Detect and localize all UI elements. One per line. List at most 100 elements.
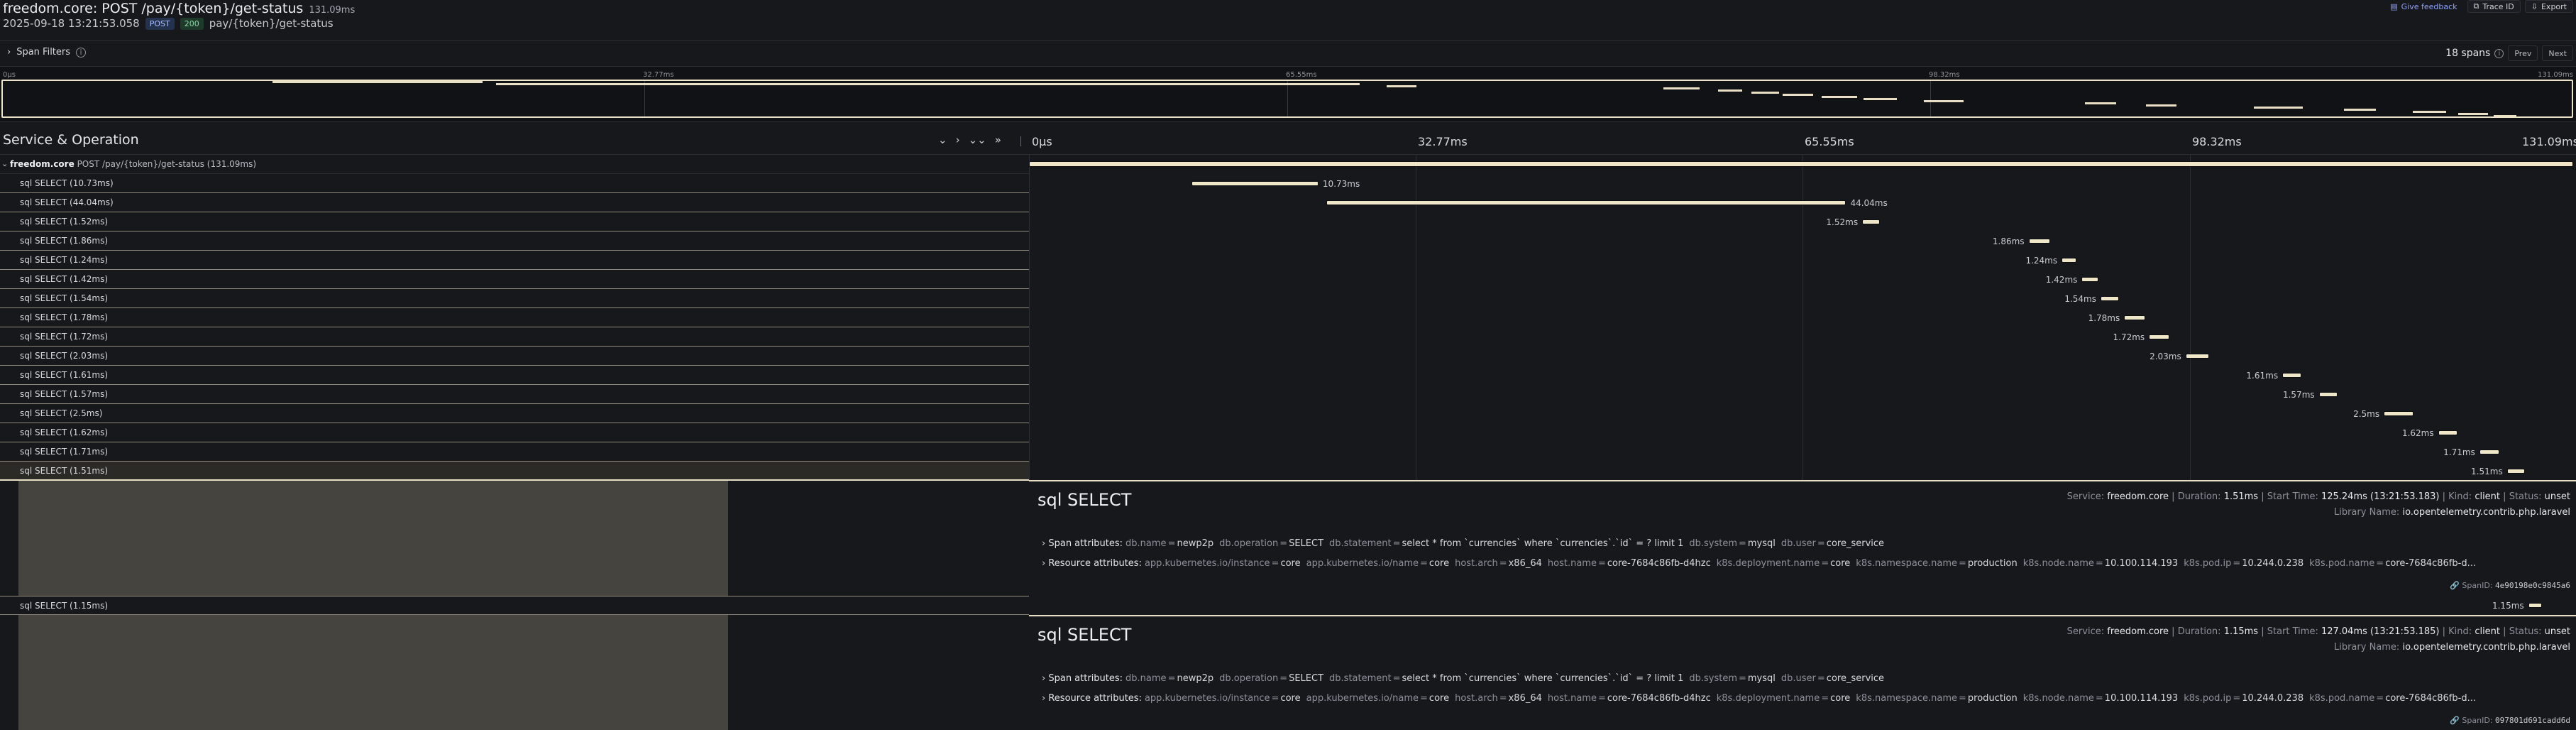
meta-label: Duration: — [2177, 626, 2221, 637]
span-row[interactable]: sql SELECT (2.5ms) — [0, 404, 1029, 423]
span-bar[interactable] — [2479, 450, 2500, 454]
span-row[interactable]: sql SELECT (1.72ms) — [0, 327, 1029, 347]
meta-library: io.opentelemetry.contrib.php.laravel — [2402, 507, 2570, 518]
column-resizer[interactable] — [1020, 136, 1021, 146]
span-row[interactable]: sql SELECT (10.73ms) — [0, 174, 1029, 193]
span-bar[interactable] — [2062, 258, 2076, 263]
span-bar[interactable] — [2528, 603, 2542, 608]
export-label: Export — [2541, 1, 2567, 11]
root-span-row[interactable]: ⌄ freedom.core POST /pay/{token}/get-sta… — [0, 155, 1029, 174]
minimap-viewport[interactable] — [1, 80, 2573, 118]
span-bar[interactable] — [2384, 411, 2413, 416]
attr-key: k8s.pod.ip — [2184, 693, 2232, 704]
span-row[interactable]: sql SELECT (44.04ms) — [0, 193, 1029, 212]
span-duration-label: 1.15ms — [2492, 601, 2524, 611]
trace-id-button[interactable]: ⧉ Trace ID — [2467, 0, 2521, 13]
span-row[interactable]: sql SELECT (1.57ms) — [0, 385, 1029, 404]
span-detail-title: sql SELECT — [1037, 490, 1132, 510]
span-bar[interactable] — [2028, 239, 2051, 244]
root-span-bar-fill[interactable] — [1029, 161, 2573, 167]
span-bar[interactable] — [2506, 469, 2525, 474]
span-row[interactable]: sql SELECT (1.86ms) — [0, 231, 1029, 251]
meta-label: Library Name: — [2333, 507, 2400, 518]
span-duration-label: 1.42ms — [2045, 275, 2078, 285]
collapse-one-icon[interactable]: ⌄ — [938, 134, 947, 146]
attr-value: core-7684c86fb-d4hzc — [1607, 558, 1711, 569]
next-button[interactable]: Next — [2542, 45, 2573, 61]
collapse-all-icon[interactable]: ⌄⌄ — [969, 134, 986, 146]
span-bar[interactable] — [1191, 181, 1319, 186]
attr-key: db.name — [1125, 538, 1167, 549]
span-row[interactable]: sql SELECT (1.24ms) — [0, 251, 1029, 270]
attr-value: core — [1429, 558, 1450, 569]
expand-all-icon[interactable]: » — [995, 134, 1001, 146]
meta-label: Service: — [2066, 491, 2105, 502]
attr-value: core — [1830, 693, 1851, 704]
attr-equals: = — [1817, 538, 1825, 549]
attr-equals: = — [2376, 558, 2384, 569]
span-row[interactable]: sql SELECT (1.61ms) — [0, 366, 1029, 385]
give-feedback-button[interactable]: ▤ Give feedback — [2384, 0, 2462, 13]
span-row-label: sql SELECT (1.62ms) — [20, 427, 109, 437]
span-detail-title: sql SELECT — [1037, 625, 1132, 645]
span-bar[interactable] — [1326, 200, 1846, 205]
attr-equals: = — [1271, 558, 1279, 569]
attr-value: core — [1280, 693, 1301, 704]
span-bar[interactable] — [2124, 315, 2145, 320]
minimap-tick: 131.09ms — [2538, 71, 2573, 79]
minimap-tick: 98.32ms — [1929, 71, 1960, 79]
span-duration-label: 1.52ms — [1826, 217, 1859, 227]
span-row[interactable]: sql SELECT (1.62ms) — [0, 423, 1029, 442]
header-actions: ▤ Give feedback ⧉ Trace ID ⇩ Export — [2384, 0, 2573, 13]
span-attributes-list: db.name = newp2p db.operation = SELECT db.stat… — [1125, 538, 1890, 549]
span-row[interactable]: sql SELECT (2.03ms) — [0, 347, 1029, 366]
span-duration-label: 1.72ms — [2113, 332, 2145, 342]
meta-label: Start Time: — [2267, 626, 2318, 637]
attr-value: core-7684c86fb-d4hzc — [1607, 693, 1711, 704]
span-row[interactable]: sql SELECT (1.71ms) — [0, 442, 1029, 462]
span-bar[interactable] — [2149, 334, 2169, 339]
span-attributes[interactable]: › Span attributes: db.name = newp2p db.opera… — [1042, 673, 1890, 684]
feedback-icon: ▤ — [2390, 1, 2398, 11]
attr-key: db.statement — [1329, 538, 1392, 549]
span-bar[interactable] — [1862, 219, 1881, 224]
span-bar[interactable] — [2185, 354, 2210, 359]
span-id[interactable]: 🔗 SpanID: 4e90198e0c9845a6 — [2450, 581, 2570, 590]
span-row[interactable]: sql SELECT (1.78ms) — [0, 308, 1029, 327]
export-button[interactable]: ⇩ Export — [2524, 0, 2573, 13]
span-id-label: SpanID: — [2462, 716, 2493, 725]
minimap-tick: 65.55ms — [1286, 71, 1317, 79]
chevron-down-icon[interactable]: ⌄ — [1, 159, 8, 168]
span-row[interactable]: sql SELECT (1.52ms) — [0, 212, 1029, 231]
timeline-minimap[interactable]: 0μs 32.77ms 65.55ms 98.32ms 131.09ms — [0, 67, 2576, 122]
resource-attributes-heading: Resource attributes: — [1048, 693, 1142, 704]
span-row[interactable]: sql SELECT (1.51ms) — [0, 462, 1029, 481]
attr-equals: = — [1279, 538, 1288, 549]
span-id[interactable]: 🔗 SpanID: 097801d691cadd6d — [2450, 716, 2570, 725]
attr-equals: = — [2095, 558, 2103, 569]
span-filters-toggle[interactable]: › Span Filters i — [7, 47, 87, 58]
span-row[interactable]: sql SELECT (1.54ms) — [0, 289, 1029, 308]
span-row[interactable]: sql SELECT (1.15ms) — [0, 596, 1029, 615]
span-bar[interactable] — [2282, 373, 2301, 378]
span-bar[interactable] — [2100, 296, 2119, 301]
span-bar[interactable] — [2438, 430, 2457, 435]
span-bar[interactable] — [2081, 277, 2098, 282]
attr-equals: = — [2095, 693, 2103, 704]
trace-header: freedom.core: POST /pay/{token}/get-stat… — [0, 0, 2576, 41]
meta-label: Kind: — [2448, 626, 2472, 637]
span-duration-label: 1.61ms — [2246, 371, 2279, 381]
resource-attributes[interactable]: › Resource attributes: app.kubernetes.io/… — [1042, 558, 2482, 569]
resource-attributes[interactable]: › Resource attributes: app.kubernetes.io/… — [1042, 693, 2482, 704]
span-row-label: sql SELECT (1.57ms) — [20, 389, 109, 399]
span-duration-label: 10.73ms — [1322, 179, 1360, 189]
attr-equals: = — [1392, 673, 1401, 684]
give-feedback-label: Give feedback — [2401, 1, 2457, 11]
span-row[interactable]: sql SELECT (1.42ms) — [0, 270, 1029, 289]
span-attributes[interactable]: › Span attributes: db.name = newp2p db.opera… — [1042, 538, 1890, 549]
meta-label: Status: — [2509, 626, 2542, 637]
expand-one-icon[interactable]: › — [956, 134, 960, 146]
attr-value: core — [1280, 558, 1301, 569]
prev-button[interactable]: Prev — [2508, 45, 2538, 61]
span-bar[interactable] — [2318, 392, 2338, 397]
